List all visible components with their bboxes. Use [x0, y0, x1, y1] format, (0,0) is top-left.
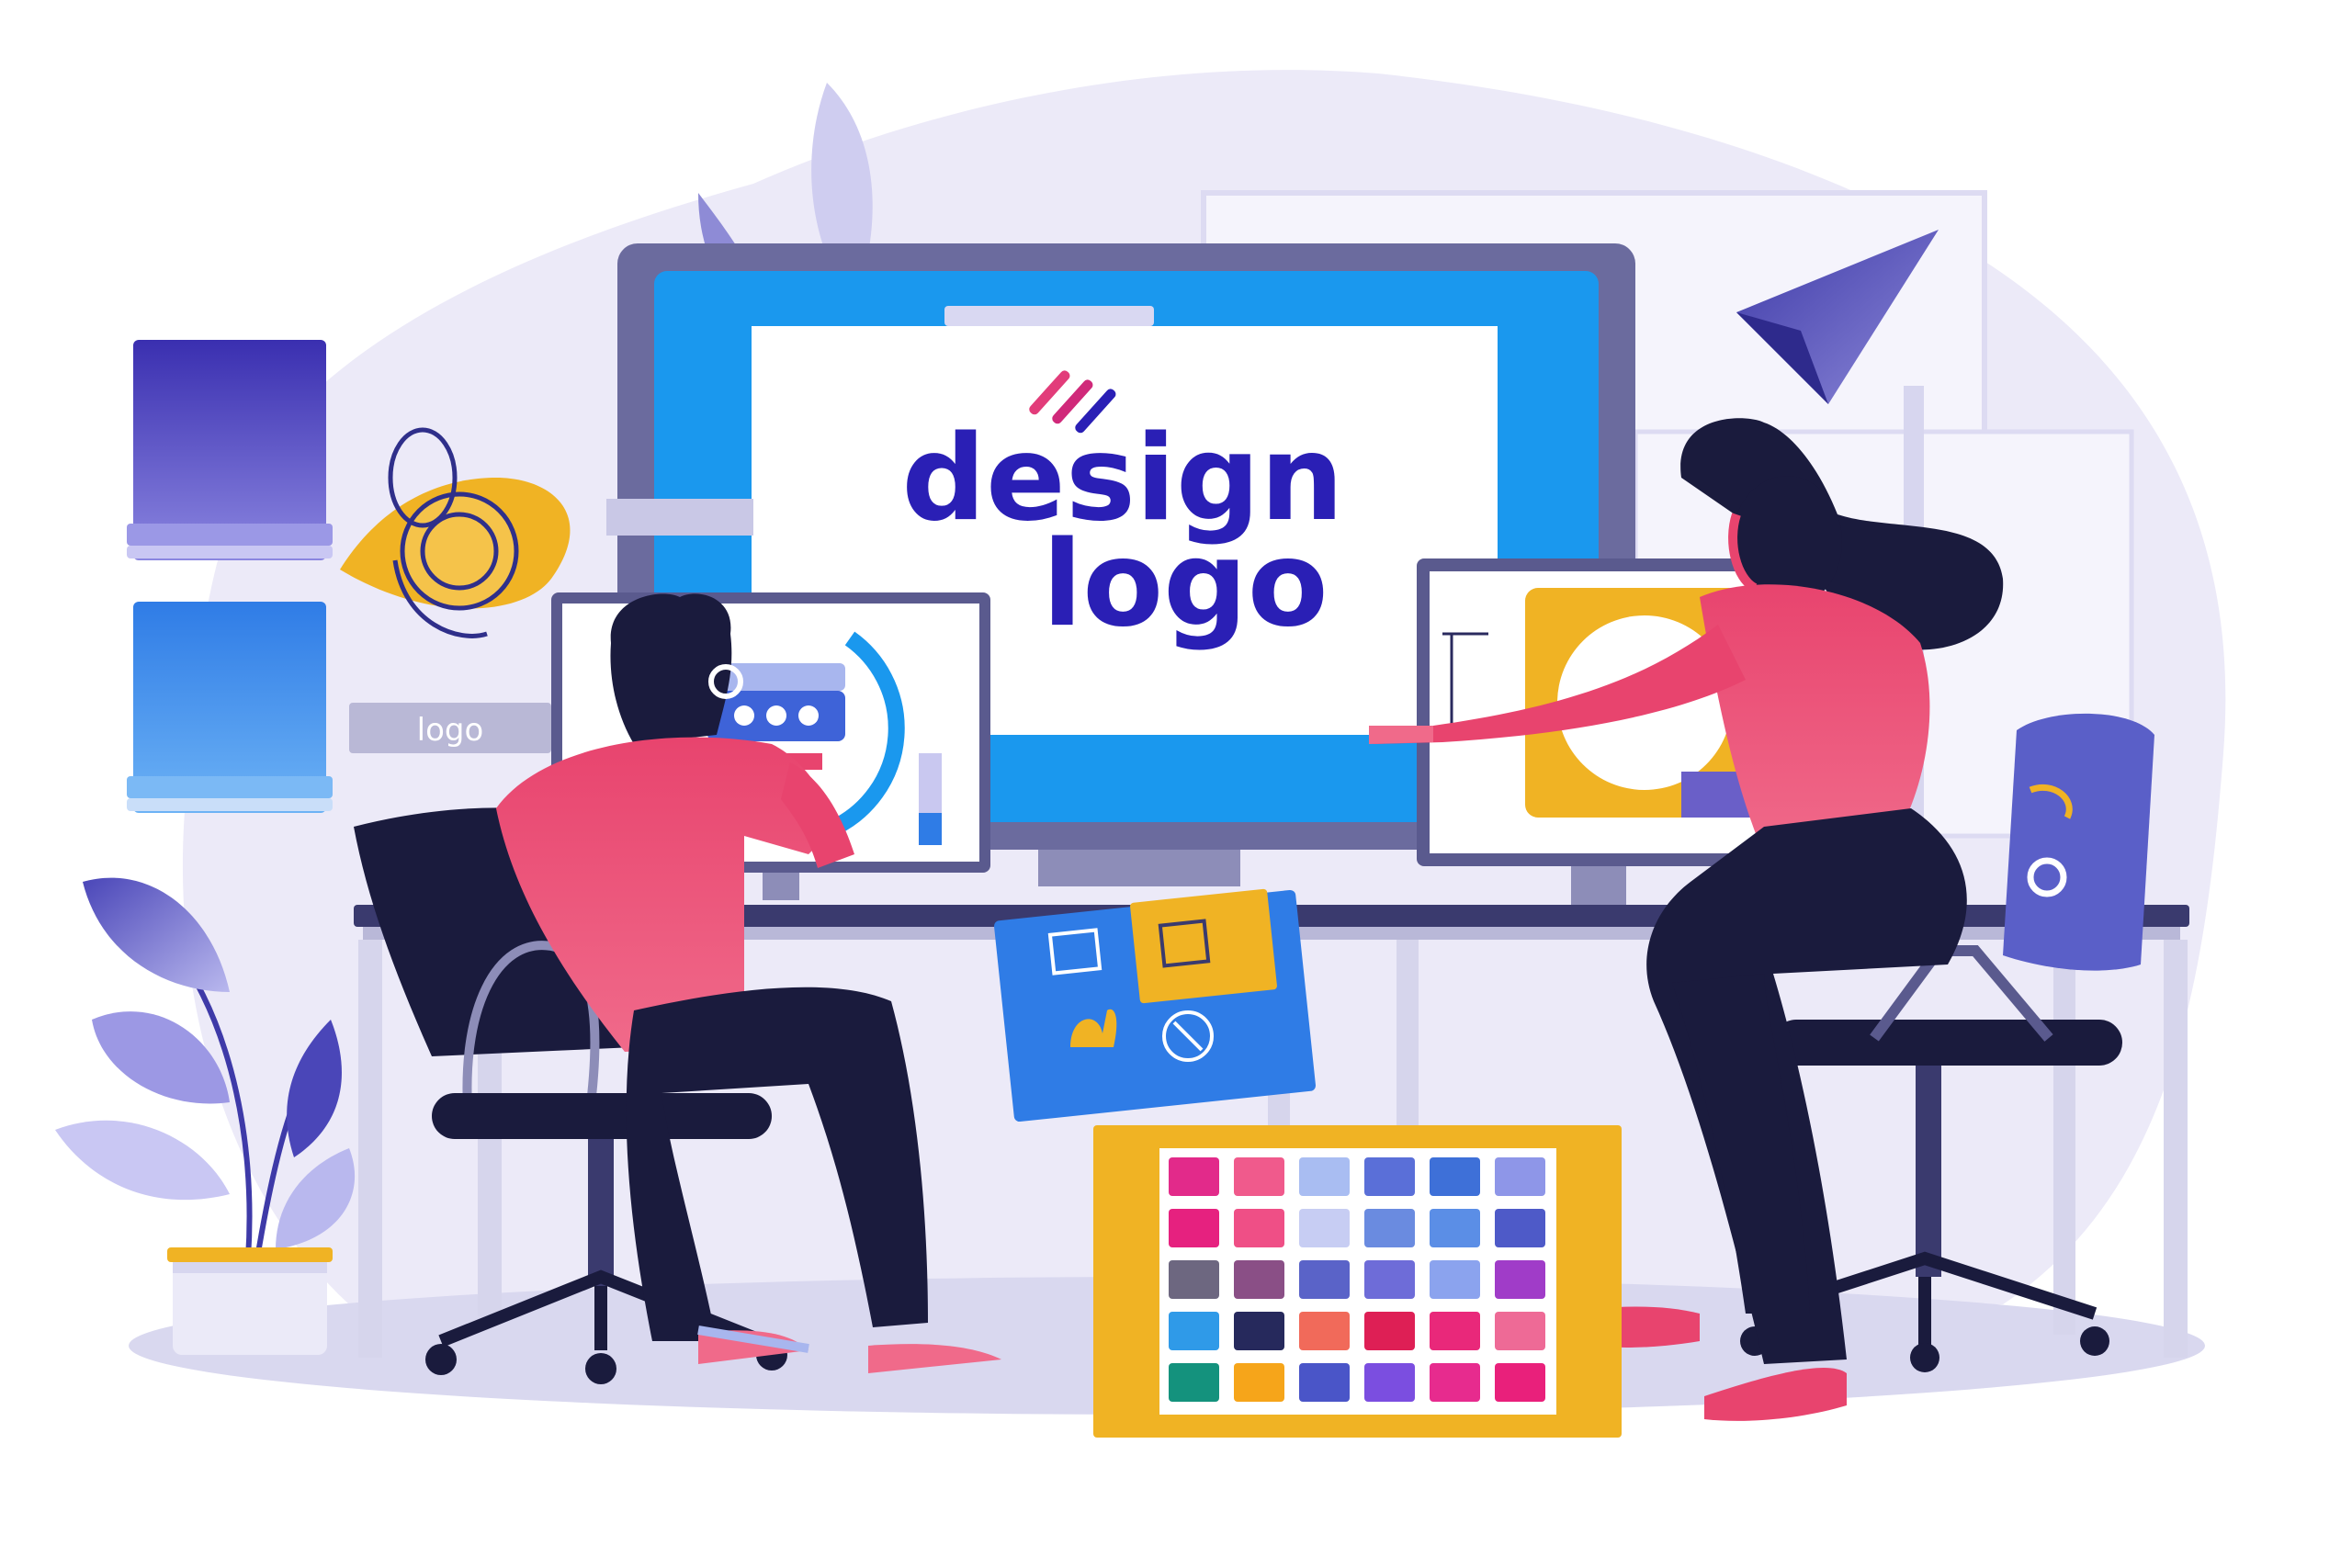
color-swatch — [1495, 1209, 1545, 1247]
color-swatch — [1169, 1157, 1219, 1196]
wall-binder-blue — [127, 602, 333, 813]
wall-label-text: logo — [417, 712, 484, 749]
color-swatch — [1430, 1260, 1480, 1299]
color-swatch — [1234, 1260, 1284, 1299]
man-hair — [610, 593, 732, 744]
color-swatch — [1234, 1363, 1284, 1402]
color-swatch — [1234, 1312, 1284, 1350]
color-swatch — [1430, 1209, 1480, 1247]
color-swatch — [1364, 1157, 1415, 1196]
color-swatch — [1169, 1209, 1219, 1247]
color-swatch — [1364, 1363, 1415, 1402]
color-swatch — [1495, 1312, 1545, 1350]
color-swatch — [1364, 1312, 1415, 1350]
workspace-illustration: logo design logo — [55, 70, 2226, 1438]
color-swatch — [1299, 1157, 1350, 1196]
color-swatch — [1364, 1209, 1415, 1247]
color-swatch — [1299, 1209, 1350, 1247]
color-swatch — [1364, 1260, 1415, 1299]
color-swatch — [1234, 1209, 1284, 1247]
color-swatch — [1169, 1260, 1219, 1299]
color-swatch — [1495, 1363, 1545, 1402]
wall-binder-purple — [127, 340, 333, 560]
color-swatch — [1169, 1363, 1219, 1402]
color-swatch — [1430, 1363, 1480, 1402]
logo-word-logo: logo — [1042, 516, 1328, 653]
color-swatch — [1299, 1260, 1350, 1299]
color-swatch — [1495, 1157, 1545, 1196]
color-swatch — [1234, 1157, 1284, 1196]
color-swatch — [1299, 1363, 1350, 1402]
color-swatch — [1169, 1312, 1219, 1350]
color-swatch — [1299, 1312, 1350, 1350]
color-swatch — [1430, 1157, 1480, 1196]
color-swatch — [1495, 1260, 1545, 1299]
color-swatch — [1430, 1312, 1480, 1350]
note-card-board — [994, 888, 1316, 1122]
